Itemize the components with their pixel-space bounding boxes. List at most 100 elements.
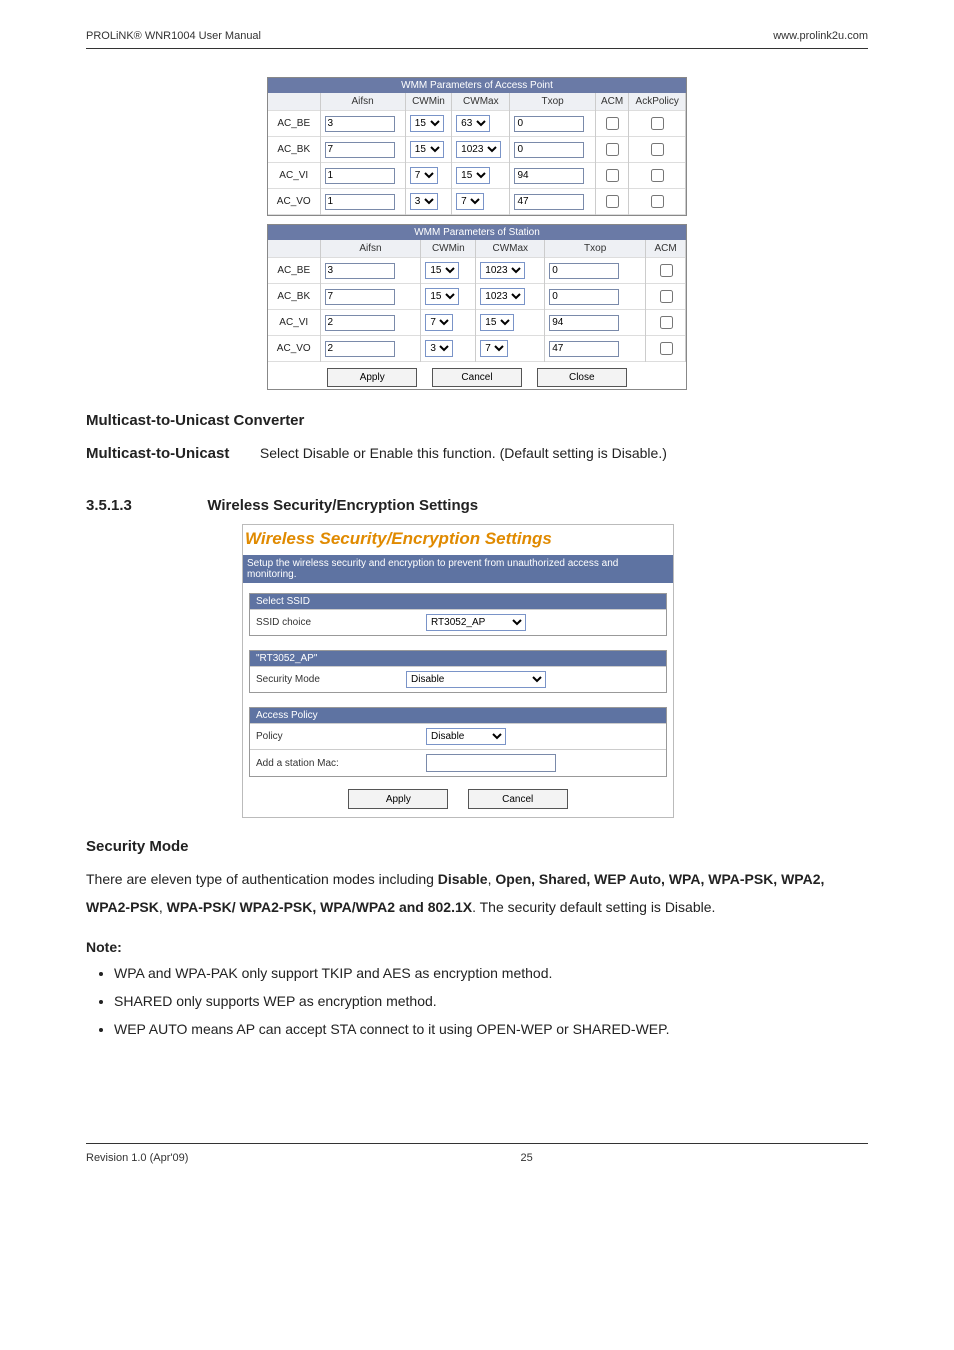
ssid-select[interactable]: RT3052_AP — [426, 614, 526, 631]
acm-checkbox[interactable] — [660, 342, 673, 355]
note-heading: Note: — [86, 939, 868, 955]
cwmax-select[interactable]: 7 — [456, 193, 484, 210]
ackpolicy-checkbox[interactable] — [651, 169, 664, 182]
wireless-security-panel: Wireless Security/Encryption Settings Se… — [242, 524, 674, 818]
txop-input[interactable] — [514, 142, 584, 158]
multicast-term: Multicast-to-Unicast — [86, 439, 256, 469]
cwmin-select[interactable]: 15 — [410, 141, 444, 158]
acm-checkbox[interactable] — [660, 290, 673, 303]
col-txop: Txop — [510, 93, 595, 111]
table-row: AC_BK 15 1023 — [268, 137, 686, 163]
acm-checkbox[interactable] — [606, 195, 619, 208]
txop-input[interactable] — [549, 263, 619, 279]
apply-button[interactable]: Apply — [348, 789, 448, 809]
txop-input[interactable] — [514, 116, 584, 132]
cwmax-select[interactable]: 63 — [456, 115, 490, 132]
aifsn-input[interactable] — [325, 289, 395, 305]
aifsn-input[interactable] — [325, 341, 395, 357]
cwmin-select[interactable]: 15 — [410, 115, 444, 132]
col-cwmin: CWMin — [405, 93, 451, 111]
table-row: AC_BE 15 63 — [268, 111, 686, 137]
select-ssid-block: Select SSID SSID choice RT3052_AP — [249, 593, 667, 636]
acm-checkbox[interactable] — [660, 316, 673, 329]
cwmax-select[interactable]: 7 — [480, 340, 508, 357]
footer-revision: Revision 1.0 (Apr'09) — [86, 1152, 188, 1164]
mac-input[interactable] — [426, 754, 556, 772]
aifsn-input[interactable] — [325, 116, 395, 132]
list-item: SHARED only supports WEP as encryption m… — [114, 987, 868, 1015]
ackpolicy-checkbox[interactable] — [651, 117, 664, 130]
access-policy-header: Access Policy — [250, 708, 666, 723]
cwmin-select[interactable]: 15 — [425, 288, 459, 305]
wmm-ap-table: Aifsn CWMin CWMax Txop ACM AckPolicy AC_… — [268, 93, 686, 215]
security-mode-select[interactable]: Disable — [406, 671, 546, 688]
apply-button[interactable]: Apply — [327, 368, 417, 387]
cwmin-select[interactable]: 3 — [410, 193, 438, 210]
security-mode-label: Security Mode — [256, 674, 406, 685]
aifsn-input[interactable] — [325, 194, 395, 210]
txop-input[interactable] — [549, 289, 619, 305]
close-button[interactable]: Close — [537, 368, 627, 387]
section-number: 3.5.1.3 — [86, 497, 204, 514]
table-row: AC_VI 7 15 — [268, 163, 686, 189]
aifsn-input[interactable] — [325, 315, 395, 331]
ssid-label: SSID choice — [256, 617, 426, 628]
policy-label: Policy — [256, 731, 426, 742]
table-row: AC_BK 15 1023 — [268, 284, 686, 310]
aifsn-input[interactable] — [325, 142, 395, 158]
col-acm: ACM — [595, 93, 629, 111]
wmm-sta-panel: WMM Parameters of Station Aifsn CWMin CW… — [267, 224, 687, 390]
wsec-banner: Wireless Security/Encryption Settings — [243, 525, 673, 555]
col-ackpolicy: AckPolicy — [629, 93, 686, 111]
wmm-sta-table: Aifsn CWMin CWMax Txop ACM AC_BE 15 1023… — [268, 240, 686, 362]
ackpolicy-checkbox[interactable] — [651, 143, 664, 156]
cwmax-select[interactable]: 15 — [480, 314, 514, 331]
header-left: PROLiNK® WNR1004 User Manual — [86, 30, 261, 42]
table-row: AC_VI 7 15 — [268, 310, 686, 336]
cwmax-select[interactable]: 1023 — [480, 288, 525, 305]
list-item: WPA and WPA-PAK only support TKIP and AE… — [114, 959, 868, 987]
cwmax-select[interactable]: 1023 — [480, 262, 525, 279]
notes-list: WPA and WPA-PAK only support TKIP and AE… — [114, 959, 868, 1043]
security-mode-heading: Security Mode — [86, 838, 868, 855]
cancel-button[interactable]: Cancel — [468, 789, 568, 809]
aifsn-input[interactable] — [325, 168, 395, 184]
acm-checkbox[interactable] — [660, 264, 673, 277]
policy-select[interactable]: Disable — [426, 728, 506, 745]
acm-checkbox[interactable] — [606, 143, 619, 156]
list-item: WEP AUTO means AP can accept STA connect… — [114, 1015, 868, 1043]
col-cwmax: CWMax — [452, 93, 510, 111]
cwmin-select[interactable]: 15 — [425, 262, 459, 279]
table-row: AC_BE 15 1023 — [268, 258, 686, 284]
cwmin-select[interactable]: 7 — [425, 314, 453, 331]
table-row: AC_VO 3 7 — [268, 189, 686, 215]
cwmin-select[interactable]: 3 — [425, 340, 453, 357]
ssid-detail-block: "RT3052_AP" Security Mode Disable — [249, 650, 667, 693]
aifsn-input[interactable] — [325, 263, 395, 279]
page-header: PROLiNK® WNR1004 User Manual www.prolink… — [86, 30, 868, 49]
row-name: AC_BE — [268, 111, 320, 137]
wmm-ap-title: WMM Parameters of Access Point — [268, 78, 686, 93]
cancel-button[interactable]: Cancel — [432, 368, 522, 387]
wmm-sta-title: WMM Parameters of Station — [268, 225, 686, 240]
acm-checkbox[interactable] — [606, 169, 619, 182]
txop-input[interactable] — [549, 315, 619, 331]
txop-input[interactable] — [549, 341, 619, 357]
cwmin-select[interactable]: 7 — [410, 167, 438, 184]
cwmax-select[interactable]: 1023 — [456, 141, 501, 158]
select-ssid-header: Select SSID — [250, 594, 666, 609]
txop-input[interactable] — [514, 194, 584, 210]
multicast-heading: Multicast-to-Unicast Converter — [86, 412, 868, 429]
col-aifsn: Aifsn — [320, 93, 405, 111]
header-right: www.prolink2u.com — [773, 30, 868, 42]
table-row: AC_VO 3 7 — [268, 336, 686, 362]
ackpolicy-checkbox[interactable] — [651, 195, 664, 208]
acm-checkbox[interactable] — [606, 117, 619, 130]
access-policy-block: Access Policy Policy Disable Add a stati… — [249, 707, 667, 777]
footer-page: 25 — [521, 1152, 533, 1164]
cwmax-select[interactable]: 15 — [456, 167, 490, 184]
section-title: Wireless Security/Encryption Settings — [207, 497, 478, 514]
txop-input[interactable] — [514, 168, 584, 184]
ssid-detail-header: "RT3052_AP" — [250, 651, 666, 666]
wmm-ap-panel: WMM Parameters of Access Point Aifsn CWM… — [267, 77, 687, 216]
